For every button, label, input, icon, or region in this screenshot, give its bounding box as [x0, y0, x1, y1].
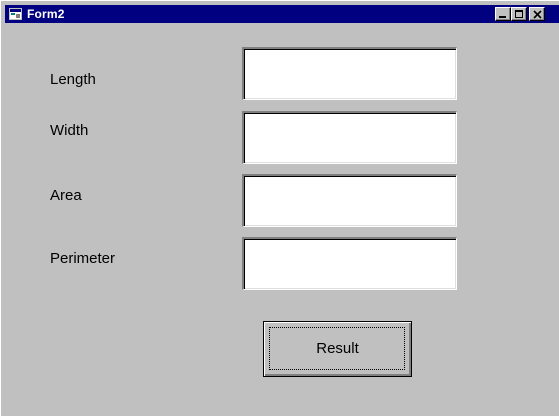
maximize-button[interactable] — [511, 7, 527, 21]
close-button[interactable] — [529, 7, 545, 21]
title-bar[interactable]: Form2 — [5, 5, 559, 23]
window-title: Form2 — [27, 7, 65, 21]
form-app-icon[interactable] — [9, 8, 22, 20]
area-label: Area — [50, 187, 82, 204]
minimize-button[interactable] — [495, 7, 511, 21]
width-label: Width — [50, 122, 89, 139]
width-input[interactable] — [242, 111, 457, 164]
length-input[interactable] — [242, 47, 457, 100]
minimize-icon — [499, 16, 506, 18]
result-button-label: Result — [316, 340, 359, 357]
maximize-icon — [515, 10, 523, 18]
close-icon — [533, 10, 542, 19]
perimeter-label: Perimeter — [50, 250, 116, 267]
form2-window: Form2 Length Width Area Perimeter Result — [0, 0, 559, 416]
result-button[interactable]: Result — [263, 321, 412, 377]
area-input[interactable] — [242, 174, 457, 227]
length-label: Length — [50, 71, 96, 88]
perimeter-input[interactable] — [242, 237, 457, 290]
